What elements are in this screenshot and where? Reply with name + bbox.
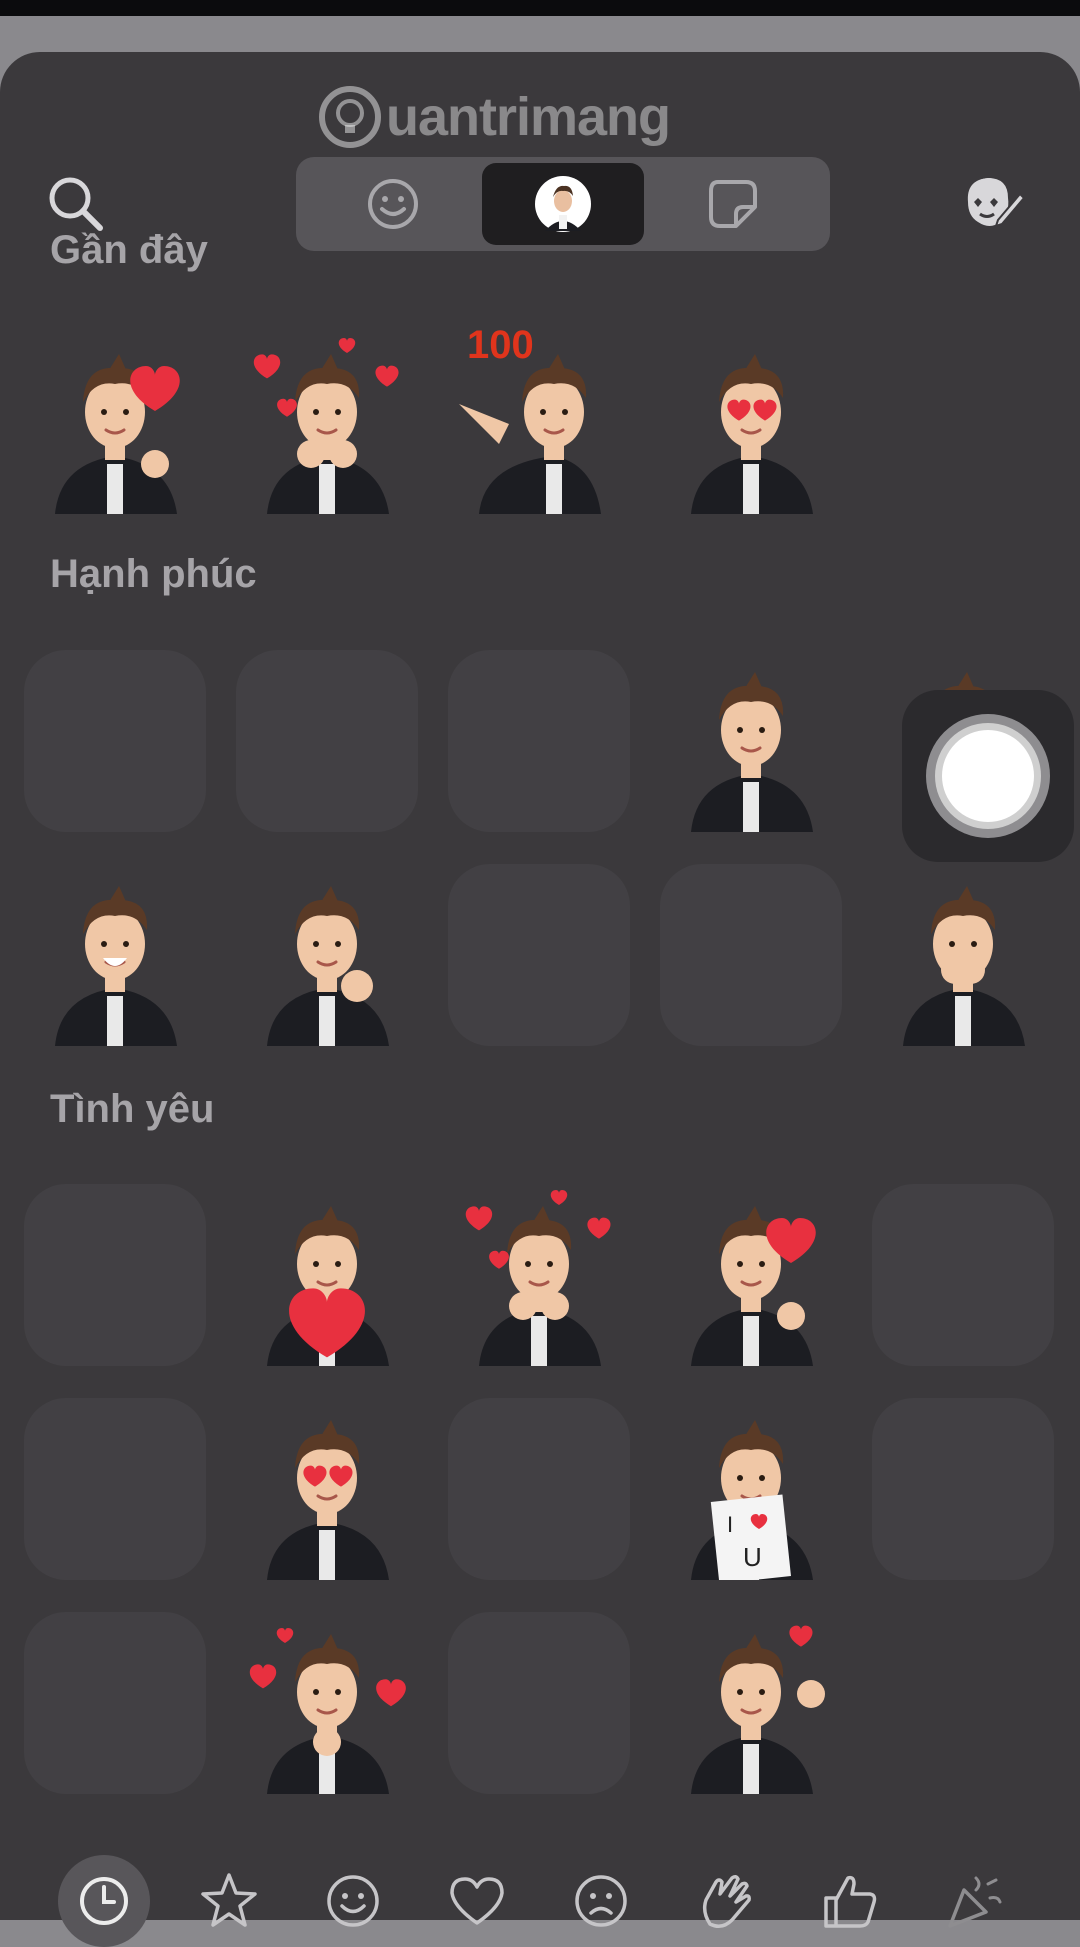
category-celebrate[interactable] <box>692 1866 762 1936</box>
svg-text:100: 100 <box>467 323 534 367</box>
category-happy[interactable] <box>318 1866 388 1936</box>
category-favorites[interactable] <box>194 1866 264 1936</box>
memoji-sticker-point-100[interactable]: 100 <box>439 314 639 514</box>
tab-emoji[interactable] <box>312 163 474 245</box>
heart-icon <box>450 1877 504 1925</box>
memoji-sticker-sheet: uantrimang Gần đây Hạnh phúc Tình yêu 10… <box>0 52 1080 1920</box>
sticker-placeholder[interactable] <box>448 1612 630 1794</box>
section-title-happy: Hạnh phúc <box>50 552 257 596</box>
search-icon[interactable] <box>46 174 106 234</box>
clapping-hands-icon <box>702 1874 751 1928</box>
sticker-placeholder[interactable] <box>448 864 630 1046</box>
category-sad[interactable] <box>566 1866 636 1936</box>
memoji-sticker-clap[interactable] <box>227 846 427 1046</box>
sticker-type-selector <box>296 157 830 251</box>
sticker-placeholder[interactable] <box>448 650 630 832</box>
memoji-edit-icon[interactable] <box>960 172 1026 232</box>
section-title-recent: Gần đây <box>50 228 208 272</box>
sticker-placeholder[interactable] <box>448 1398 630 1580</box>
smile-icon <box>327 1875 379 1927</box>
memoji-sticker-heart-hand[interactable] <box>651 1166 851 1366</box>
sticker-placeholder[interactable] <box>24 1612 206 1794</box>
sticker-placeholder[interactable] <box>872 1184 1054 1366</box>
svg-text:I: I <box>727 1512 733 1537</box>
memoji-sticker-heart-hand[interactable] <box>15 314 215 514</box>
memoji-sticker-wink[interactable] <box>651 632 851 832</box>
memoji-sticker-heart-eyes[interactable] <box>227 1380 427 1580</box>
memoji-sticker-cheeks-hearts[interactable] <box>439 1166 639 1366</box>
sticker-placeholder[interactable] <box>660 864 842 1046</box>
sad-face-icon <box>575 1875 627 1927</box>
category-bar <box>0 1800 1080 1947</box>
tab-memoji[interactable] <box>482 163 644 245</box>
tab-stickers[interactable] <box>652 163 814 245</box>
sticker-placeholder[interactable] <box>872 1398 1054 1580</box>
lightbulb-icon <box>319 86 381 148</box>
category-approve[interactable] <box>814 1866 884 1936</box>
star-icon <box>201 1873 257 1927</box>
watermark: uantrimang <box>318 80 671 154</box>
section-title-love: Tình yêu <box>50 1087 215 1131</box>
memoji-sticker-big-heart[interactable] <box>227 1166 427 1366</box>
sticker-placeholder[interactable] <box>24 1398 206 1580</box>
sticker-placeholder[interactable] <box>24 650 206 832</box>
category-love[interactable] <box>442 1866 512 1936</box>
category-party[interactable] <box>938 1866 1008 1936</box>
memoji-sticker-blow-kiss[interactable] <box>651 1594 851 1794</box>
memoji-sticker-iloveu[interactable]: IU <box>651 1380 851 1580</box>
memoji-sticker-cheeks-hearts[interactable] <box>227 314 427 514</box>
memoji-sticker-hearts-around[interactable] <box>227 1594 427 1794</box>
memoji-sticker-hands-mouth[interactable] <box>863 846 1063 1046</box>
memoji-sticker-heart-eyes[interactable] <box>651 314 851 514</box>
sticker-icon <box>709 180 757 228</box>
clock-icon <box>80 1877 128 1925</box>
svg-text:U: U <box>743 1542 762 1572</box>
memoji-sticker-laugh[interactable] <box>15 846 215 1046</box>
category-recent[interactable] <box>58 1855 150 1947</box>
assistive-touch-button[interactable] <box>902 690 1074 862</box>
watermark-text: uantrimang <box>386 87 671 147</box>
memoji-avatar-icon <box>535 176 591 232</box>
status-bar <box>0 0 1080 16</box>
smiley-icon <box>368 179 418 229</box>
party-icon <box>948 1876 1002 1928</box>
sticker-placeholder[interactable] <box>24 1184 206 1366</box>
sticker-placeholder[interactable] <box>236 650 418 832</box>
thumbs-up-icon <box>824 1875 877 1928</box>
